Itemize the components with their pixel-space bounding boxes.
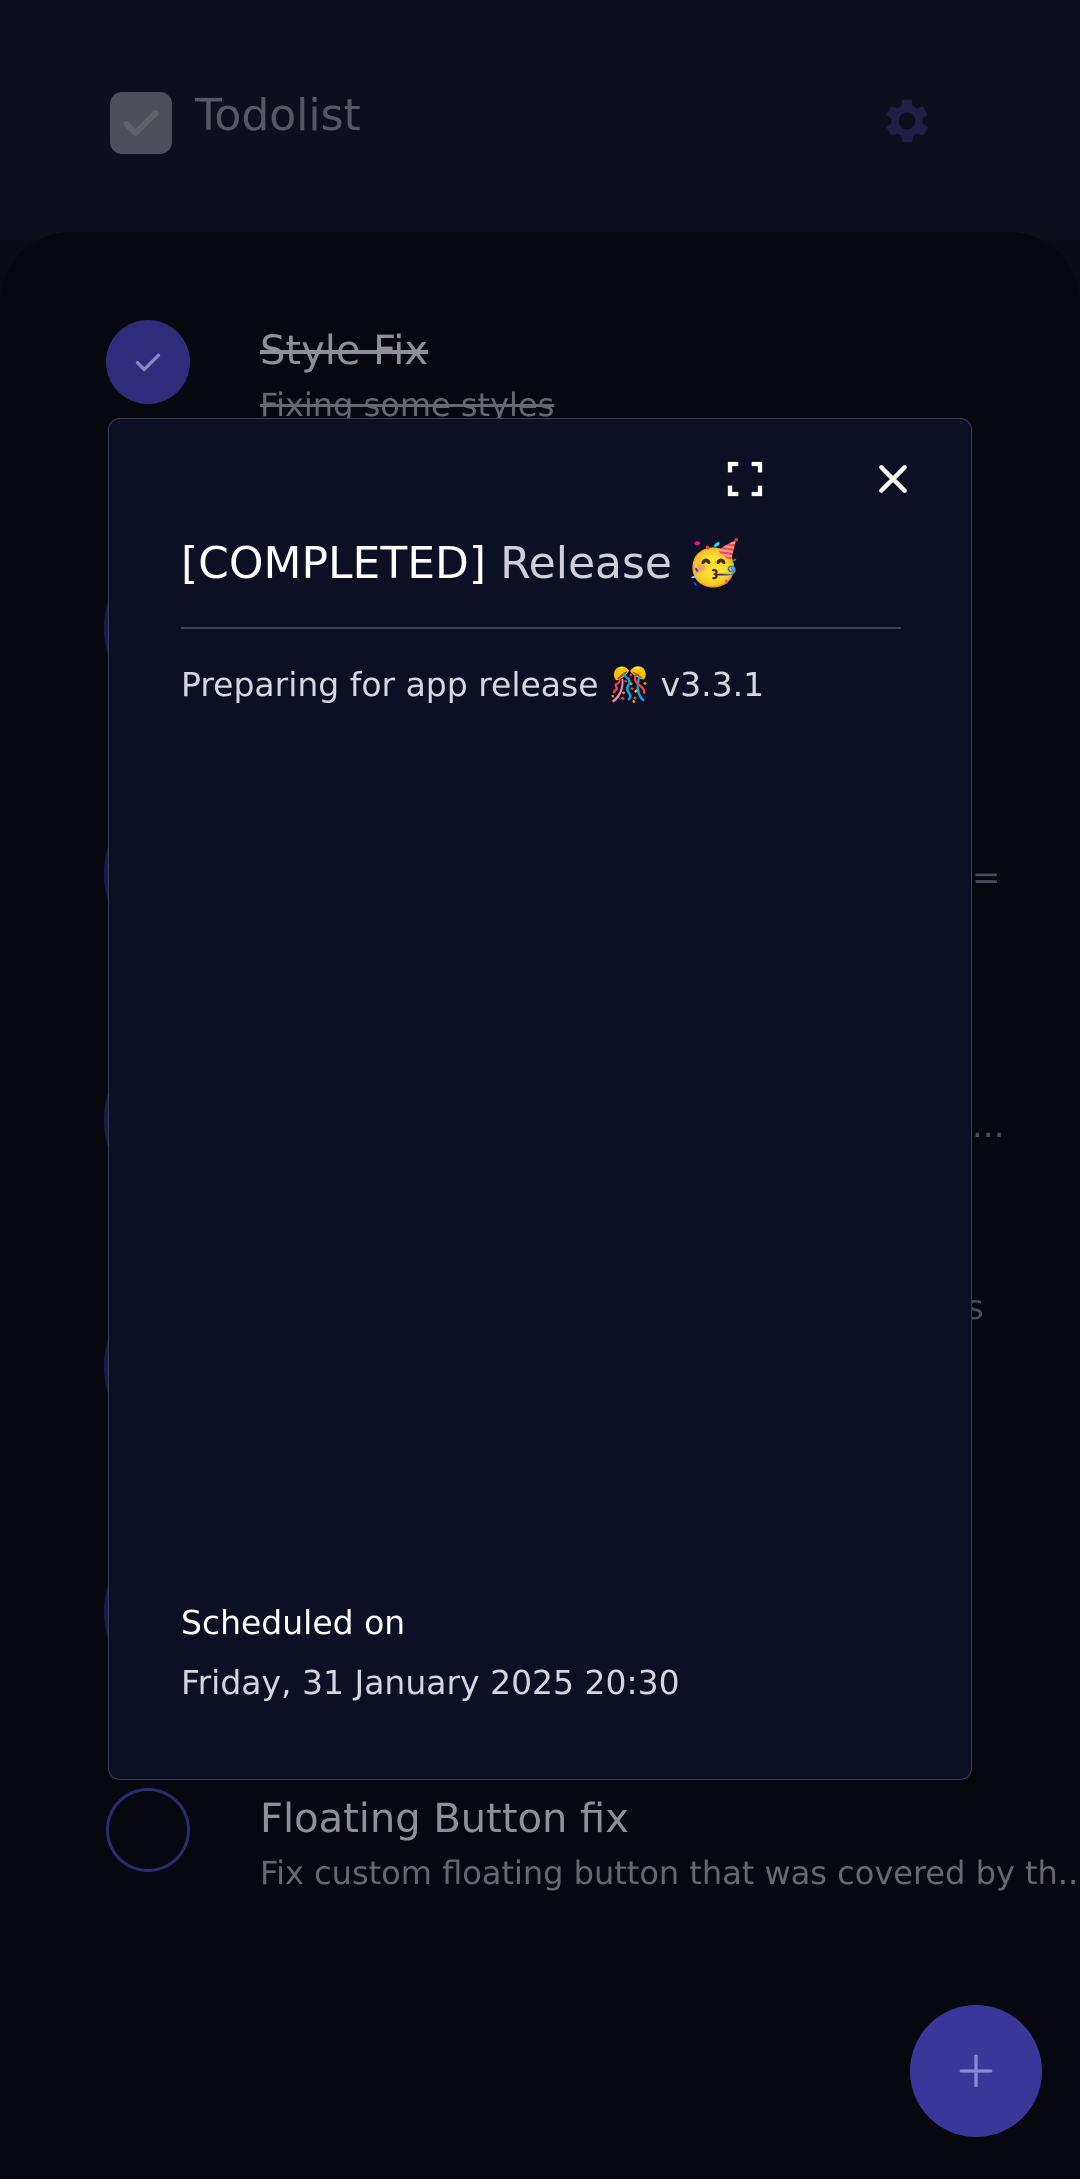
add-todo-button[interactable]: [910, 2005, 1042, 2137]
hidden-todo-fragment: ...: [972, 1106, 1005, 1146]
fullscreen-icon: [727, 461, 763, 497]
close-button[interactable]: [865, 451, 921, 507]
todo-detail-modal: [COMPLETED] Release 🥳 Preparing for app …: [108, 418, 972, 1780]
gear-icon[interactable]: [878, 92, 936, 150]
screen: Todolist Style Fix Fixing some styles = …: [0, 0, 1080, 2179]
hidden-todo-fragment: =: [972, 858, 1001, 898]
app-header: Todolist: [0, 0, 1080, 240]
modal-title: [COMPLETED] Release 🥳: [181, 537, 741, 589]
modal-description: Preparing for app release 🎊 v3.3.1: [181, 665, 765, 704]
scheduled-label: Scheduled on: [181, 1603, 406, 1642]
todo-checkbox[interactable]: [106, 320, 190, 404]
todo-description: Fix custom floating button that was cove…: [260, 1854, 1080, 1892]
divider: [181, 627, 901, 629]
app-logo-checkbox-icon: [110, 92, 172, 154]
status-badge: [COMPLETED]: [181, 538, 487, 589]
todo-checkbox[interactable]: [106, 1788, 190, 1872]
close-icon: [879, 465, 907, 493]
todo-item-floating-button-fix[interactable]: Floating Button fix Fix custom floating …: [0, 1788, 1080, 1938]
check-icon: [135, 353, 161, 372]
todo-title: Floating Button fix: [260, 1796, 629, 1842]
expand-button[interactable]: [717, 451, 773, 507]
app-title: Todolist: [195, 90, 361, 141]
scheduled-date: Friday, 31 January 2025 20:30: [181, 1663, 680, 1702]
plus-icon: [959, 2054, 993, 2088]
todo-name: Release 🥳: [500, 538, 741, 589]
todo-title: Style Fix: [260, 328, 429, 374]
